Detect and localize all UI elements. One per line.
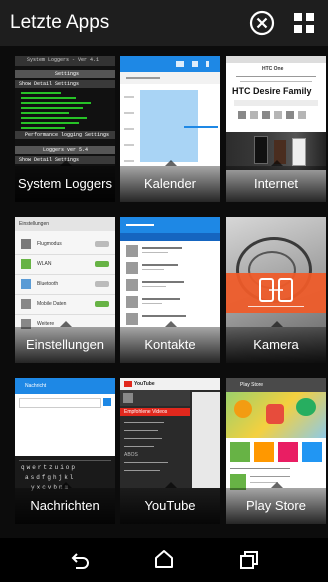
app-card-nachrichten[interactable]: Nachricht qwertzuiop asdfghjkl yxcvbnm N… [15, 378, 115, 524]
close-icon[interactable] [248, 9, 276, 37]
thumb-text: Loggers ver 5.4 [43, 147, 89, 153]
thumb-text: Play Store [240, 382, 264, 388]
app-label: Nachrichten [15, 482, 115, 524]
thumb-text: Nachricht [25, 383, 47, 389]
thumb-text: WLAN [37, 261, 52, 267]
thumb-text: ABOS [124, 452, 138, 458]
recent-apps-header: Letzte Apps [0, 0, 328, 46]
app-card-kamera[interactable]: Kamera [226, 217, 326, 363]
recents-icon[interactable] [236, 547, 262, 573]
app-label: Internet [226, 160, 326, 202]
grid-icon[interactable] [292, 11, 316, 35]
thumb-text: Mobile Daten [37, 301, 67, 307]
app-card-internet[interactable]: HTC One HTC Desire Family Internet [226, 56, 326, 202]
navigation-bar [0, 538, 328, 582]
app-card-system-loggers[interactable]: System Loggers - Ver 4.1 Settings Show D… [15, 56, 115, 202]
app-card-youtube[interactable]: YouTube Empfohlene Videos ABOS YouTube [120, 378, 220, 524]
page-title: Letzte Apps [10, 12, 110, 33]
app-card-kontakte[interactable]: Kontakte [120, 217, 220, 363]
app-label: Kamera [226, 321, 326, 363]
app-label: Play Store [226, 482, 326, 524]
thumb-text: Show Detail Settings [19, 81, 80, 87]
thumb-text: Settings [55, 71, 80, 77]
app-card-play-store[interactable]: Play Store Play Store [226, 378, 326, 524]
thumb-text: System Loggers - Ver 4.1 [27, 57, 100, 63]
thumb-text: Performance logging Settings [25, 132, 110, 138]
camera-switch-icon [259, 278, 293, 302]
thumb-text: Einstellungen [19, 221, 50, 227]
home-icon[interactable] [151, 547, 177, 573]
app-card-kalender[interactable]: Kalender [120, 56, 220, 202]
thumb-text: Bluetooth [37, 281, 59, 287]
app-label: Kontakte [120, 321, 220, 363]
thumb-text: YouTube [134, 381, 155, 387]
thumb-text: HTC Desire Family [232, 86, 312, 96]
thumb-text: HTC One [262, 66, 284, 72]
app-card-einstellungen[interactable]: Einstellungen Flugmodus WLAN Bluetooth M… [15, 217, 115, 363]
back-icon[interactable] [68, 547, 94, 573]
app-label: System Loggers [15, 160, 115, 202]
thumb-text: Empfohlene Videos [124, 409, 168, 415]
app-label: Kalender [120, 160, 220, 202]
app-label: Einstellungen [15, 321, 115, 363]
thumb-text: Flugmodus [37, 241, 62, 247]
app-label: YouTube [120, 482, 220, 524]
